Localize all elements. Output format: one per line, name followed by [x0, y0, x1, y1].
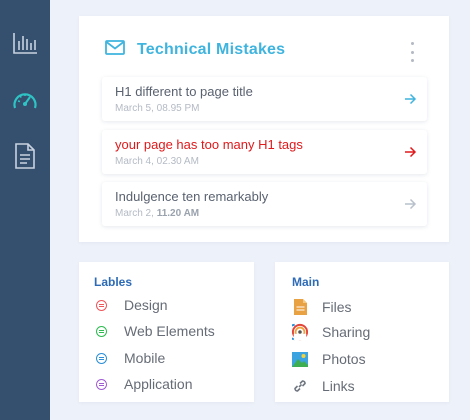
mistake-item[interactable]: H1 different to page title March 5, 08.9…: [102, 77, 427, 121]
arrow-right-icon[interactable]: [404, 92, 417, 110]
label-text: Web Elements: [124, 323, 215, 339]
technical-mistakes-card: Technical Mistakes H1 different to page …: [79, 16, 449, 242]
label-dot-icon: [96, 352, 107, 364]
bar-chart-icon[interactable]: [12, 30, 38, 56]
main-item-label: Files: [322, 299, 352, 315]
more-options-icon[interactable]: [407, 42, 417, 62]
main-item-links[interactable]: Links: [292, 378, 355, 394]
file-icon: [292, 299, 308, 315]
mistake-item[interactable]: Indulgence ten remarkably March 2, 11.20…: [102, 182, 427, 226]
label-text: Application: [124, 376, 193, 392]
link-icon: [292, 378, 308, 394]
card-title: Technical Mistakes: [137, 41, 286, 58]
label-item-design[interactable]: Design: [96, 297, 168, 313]
sidebar: [0, 0, 50, 420]
label-item-web-elements[interactable]: Web Elements: [96, 323, 215, 339]
mistake-date: March 5, 08.95 PM: [115, 103, 200, 114]
mistake-title: your page has too many H1 tags: [115, 137, 303, 152]
mistake-item[interactable]: your page has too many H1 tags March 4, …: [102, 130, 427, 174]
mistake-date: March 4, 02.30 AM: [115, 156, 199, 167]
document-icon[interactable]: [12, 143, 38, 169]
mistake-title: H1 different to page title: [115, 84, 253, 99]
label-dot-icon: [96, 378, 107, 390]
label-dot-icon: [96, 325, 107, 337]
main-item-sharing[interactable]: Sharing: [292, 323, 371, 341]
photo-icon: [292, 351, 308, 367]
mistake-date: March 2, 11.20 AM: [115, 208, 200, 219]
main-item-label: Photos: [322, 351, 366, 367]
label-text: Design: [124, 297, 168, 313]
label-text: Mobile: [124, 350, 166, 366]
label-item-mobile[interactable]: Mobile: [96, 350, 165, 366]
main-item-photos[interactable]: Photos: [292, 351, 366, 367]
main-card: Main Files Sharing Photos Links: [275, 262, 449, 402]
label-item-application[interactable]: Application: [96, 376, 193, 392]
main-item-label: Sharing: [322, 324, 371, 340]
sharing-icon: [292, 323, 308, 341]
main-item-files[interactable]: Files: [292, 299, 352, 315]
label-dot-icon: [96, 299, 107, 311]
arrow-right-icon[interactable]: [404, 197, 417, 215]
gauge-icon[interactable]: [12, 87, 38, 113]
envelope-icon: [105, 40, 125, 60]
main-item-label: Links: [322, 378, 355, 394]
card-header: Technical Mistakes: [105, 40, 285, 60]
main-title: Main: [292, 275, 320, 289]
labels-card: Lables Design Web Elements Mobile Applic…: [79, 262, 254, 402]
mistake-title: Indulgence ten remarkably: [115, 189, 269, 204]
labels-title: Lables: [94, 275, 133, 289]
arrow-right-icon[interactable]: [404, 145, 417, 163]
